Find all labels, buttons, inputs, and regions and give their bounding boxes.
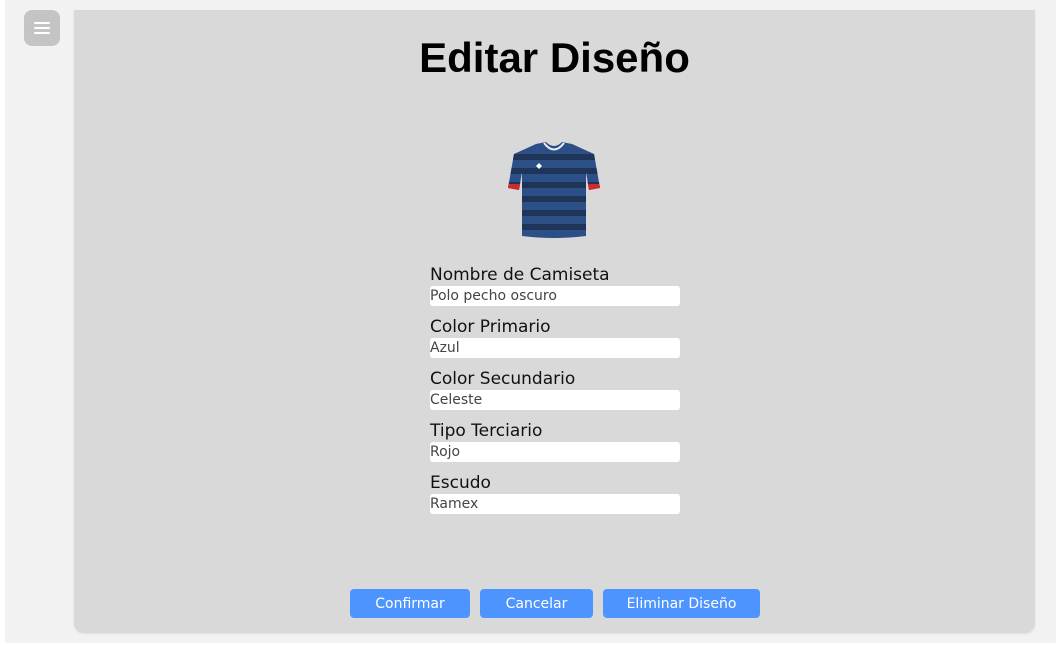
field-secondary-color: Color Secundario bbox=[430, 368, 680, 420]
field-label: Nombre de Camiseta bbox=[430, 265, 610, 285]
tertiary-type-input[interactable] bbox=[430, 442, 680, 462]
shirt-name-input[interactable] bbox=[430, 286, 680, 306]
menu-button[interactable] bbox=[24, 10, 60, 46]
design-form: Nombre de Camiseta Color Primario Color … bbox=[430, 264, 680, 524]
confirm-button[interactable]: Confirmar bbox=[350, 589, 470, 618]
edit-design-card: Editar Diseño Nombre de Camiseta Color P… bbox=[74, 10, 1035, 633]
field-label: Tipo Terciario bbox=[430, 421, 543, 441]
crest-input[interactable] bbox=[430, 494, 680, 514]
primary-color-input[interactable] bbox=[430, 338, 680, 358]
field-tertiary-type: Tipo Terciario bbox=[430, 420, 680, 472]
cancel-button[interactable]: Cancelar bbox=[480, 589, 593, 618]
field-shirt-name: Nombre de Camiseta bbox=[430, 264, 680, 316]
field-primary-color: Color Primario bbox=[430, 316, 680, 368]
field-label: Escudo bbox=[430, 473, 491, 493]
field-crest: Escudo bbox=[430, 472, 680, 524]
hamburger-menu-icon bbox=[34, 22, 50, 34]
secondary-color-input[interactable] bbox=[430, 390, 680, 410]
delete-design-button[interactable]: Eliminar Diseño bbox=[603, 589, 760, 618]
field-label: Color Primario bbox=[430, 317, 551, 337]
jersey-image bbox=[508, 142, 600, 238]
action-buttons: Confirmar Cancelar Eliminar Diseño bbox=[74, 589, 1035, 618]
page-title: Editar Diseño bbox=[419, 34, 690, 81]
field-label: Color Secundario bbox=[430, 369, 576, 389]
